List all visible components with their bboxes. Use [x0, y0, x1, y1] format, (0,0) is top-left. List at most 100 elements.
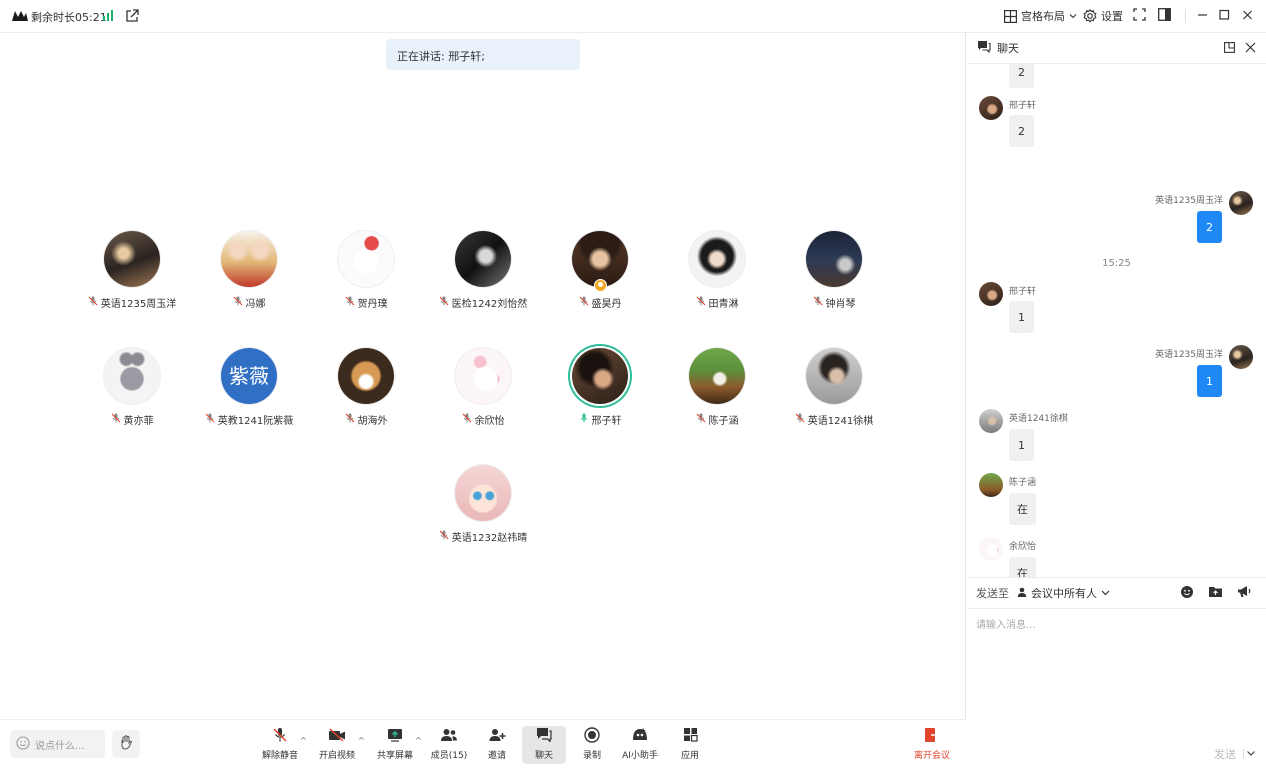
members-icon: [440, 728, 458, 745]
participant-tile[interactable]: 余欣怡: [423, 348, 543, 427]
message-bubble: 2: [1009, 64, 1034, 88]
meeting-toolbar: 说点什么... 解除静音 ^ 开启视频 ^ 共享屏幕 ^ 成员(15) 邀请 聊…: [0, 719, 966, 768]
message-sender: 英语1235周玉洋: [1155, 350, 1223, 360]
participant-tile[interactable]: 英语1241徐棋: [774, 348, 894, 427]
ai-assistant-button[interactable]: AI小助手: [618, 726, 662, 764]
message-bubble: 1: [1009, 301, 1034, 333]
toggle-sidebar-button[interactable]: [1158, 8, 1171, 21]
fullscreen-button[interactable]: [1133, 8, 1146, 21]
participant-tile[interactable]: 胡海外: [306, 348, 426, 427]
invite-label: 邀请: [487, 751, 506, 761]
message-sender: 陈子涵: [1009, 478, 1037, 488]
fullscreen-icon: [1133, 8, 1146, 21]
message-sender: 邢子轩: [1009, 101, 1037, 111]
participant-name: 英语1235周玉洋: [100, 299, 177, 310]
participant-tile[interactable]: 钟肖琴: [774, 231, 894, 310]
record-label: 录制: [582, 751, 601, 761]
close-icon[interactable]: [1245, 42, 1256, 56]
external-link-icon[interactable]: [125, 9, 139, 26]
remaining-time: 剩余时长05:21: [31, 11, 107, 24]
message-input[interactable]: 请输入消息... 发送: [967, 608, 1266, 768]
participant-tile[interactable]: 英语1232赵祎晴: [423, 465, 543, 544]
ai-assistant-label: AI小助手: [622, 751, 658, 761]
participant-tile[interactable]: 英语1235周玉洋: [72, 231, 192, 310]
send-button[interactable]: 发送: [1214, 746, 1236, 762]
avatar: [104, 348, 160, 404]
record-icon: [584, 726, 600, 746]
divider: [1185, 9, 1186, 23]
mic-muted-icon: [439, 296, 449, 309]
announcement-icon[interactable]: [1237, 585, 1252, 602]
participant-tile[interactable]: 陈子涵: [657, 348, 777, 427]
apps-button[interactable]: 应用: [668, 726, 712, 764]
send-to-label: 发送至: [976, 587, 1009, 600]
participant-name: 贺丹璞: [357, 299, 388, 310]
share-options-caret[interactable]: ^: [415, 736, 422, 745]
message-bubble: 1: [1009, 429, 1034, 461]
raise-hand-icon: [119, 735, 133, 753]
raise-hand-button[interactable]: [112, 730, 140, 758]
maximize-button[interactable]: [1219, 8, 1230, 21]
signal-icon[interactable]: [103, 9, 115, 24]
avatar: [806, 348, 862, 404]
members-button[interactable]: 成员(15): [427, 726, 471, 764]
layout-dropdown[interactable]: 宫格布局: [1004, 8, 1077, 24]
say-placeholder: 说点什么...: [35, 740, 85, 752]
send-target-label: 会议中所有人: [1031, 587, 1097, 600]
avatar: [689, 231, 745, 287]
audio-options-caret[interactable]: ^: [300, 736, 307, 745]
send-target-dropdown[interactable]: 会议中所有人: [1017, 585, 1110, 601]
participant-tile[interactable]: 贺丹璞: [306, 231, 426, 310]
message-sender: 邢子轩: [1009, 287, 1037, 297]
chat-title: 聊天: [997, 42, 1019, 55]
settings-button[interactable]: 设置: [1083, 8, 1123, 24]
mic-muted-icon: [345, 413, 355, 426]
close-window-button[interactable]: [1242, 8, 1253, 21]
popout-icon[interactable]: [1224, 42, 1235, 56]
start-video-button[interactable]: 开启视频: [315, 726, 359, 764]
emoji-icon[interactable]: [1180, 585, 1194, 602]
leave-meeting-button[interactable]: 离开会议: [910, 726, 954, 764]
message-input-placeholder: 请输入消息...: [976, 620, 1036, 631]
chat-bubble-icon: [977, 40, 991, 56]
avatar: [806, 231, 862, 287]
mic-muted-icon: [462, 413, 472, 426]
quick-message-input[interactable]: 说点什么...: [10, 730, 105, 758]
apps-label: 应用: [680, 751, 699, 761]
participant-tile[interactable]: 邢子轩: [540, 348, 660, 427]
participant-tile[interactable]: 医检1242刘怡然: [423, 231, 543, 310]
speaking-indicator: 正在讲话: 邢子轩;: [386, 39, 580, 70]
avatar: 紫薇: [221, 348, 277, 404]
chat-panel: 聊天 2 邢子轩 2 英语1235周玉洋 2 15:25 邢子轩 1 英语123…: [967, 33, 1266, 768]
record-button[interactable]: 录制: [570, 726, 614, 764]
participant-tile[interactable]: 盛昊丹: [540, 231, 660, 310]
participant-tile[interactable]: 冯娜: [189, 231, 309, 310]
video-options-caret[interactable]: ^: [358, 736, 365, 745]
mic-muted-icon: [272, 727, 288, 746]
chat-bubble-icon: [536, 727, 552, 745]
avatar: [979, 282, 1003, 306]
send-target-bar: 发送至 会议中所有人: [967, 577, 1266, 608]
chevron-down-icon: [1069, 12, 1077, 20]
participant-tile[interactable]: 黄亦菲: [72, 348, 192, 427]
chat-button[interactable]: 聊天: [522, 726, 566, 764]
participant-tile[interactable]: 紫薇 英教1241阮紫薇: [189, 348, 309, 427]
mic-muted-icon: [579, 296, 589, 309]
share-screen-icon: [387, 728, 403, 745]
message-bubble: 1: [1197, 365, 1222, 397]
participant-tile[interactable]: 田青淋: [657, 231, 777, 310]
start-video-label: 开启视频: [318, 751, 355, 761]
leave-label: 离开会议: [913, 751, 950, 761]
unmute-button[interactable]: 解除静音: [258, 726, 302, 764]
avatar: [689, 348, 745, 404]
participant-name: 陈子涵: [708, 416, 739, 427]
title-bar: 剩余时长05:21 宫格布局 设置: [0, 0, 1266, 33]
send-options-chevron-icon[interactable]: [1246, 747, 1256, 761]
ai-assistant-icon: [631, 727, 649, 745]
folder-icon[interactable]: [1208, 585, 1223, 602]
share-screen-button[interactable]: 共享屏幕: [373, 726, 417, 764]
minimize-button[interactable]: [1197, 8, 1208, 21]
mic-muted-icon: [345, 296, 355, 309]
user-icon: [1017, 587, 1027, 600]
invite-button[interactable]: 邀请: [475, 726, 519, 764]
